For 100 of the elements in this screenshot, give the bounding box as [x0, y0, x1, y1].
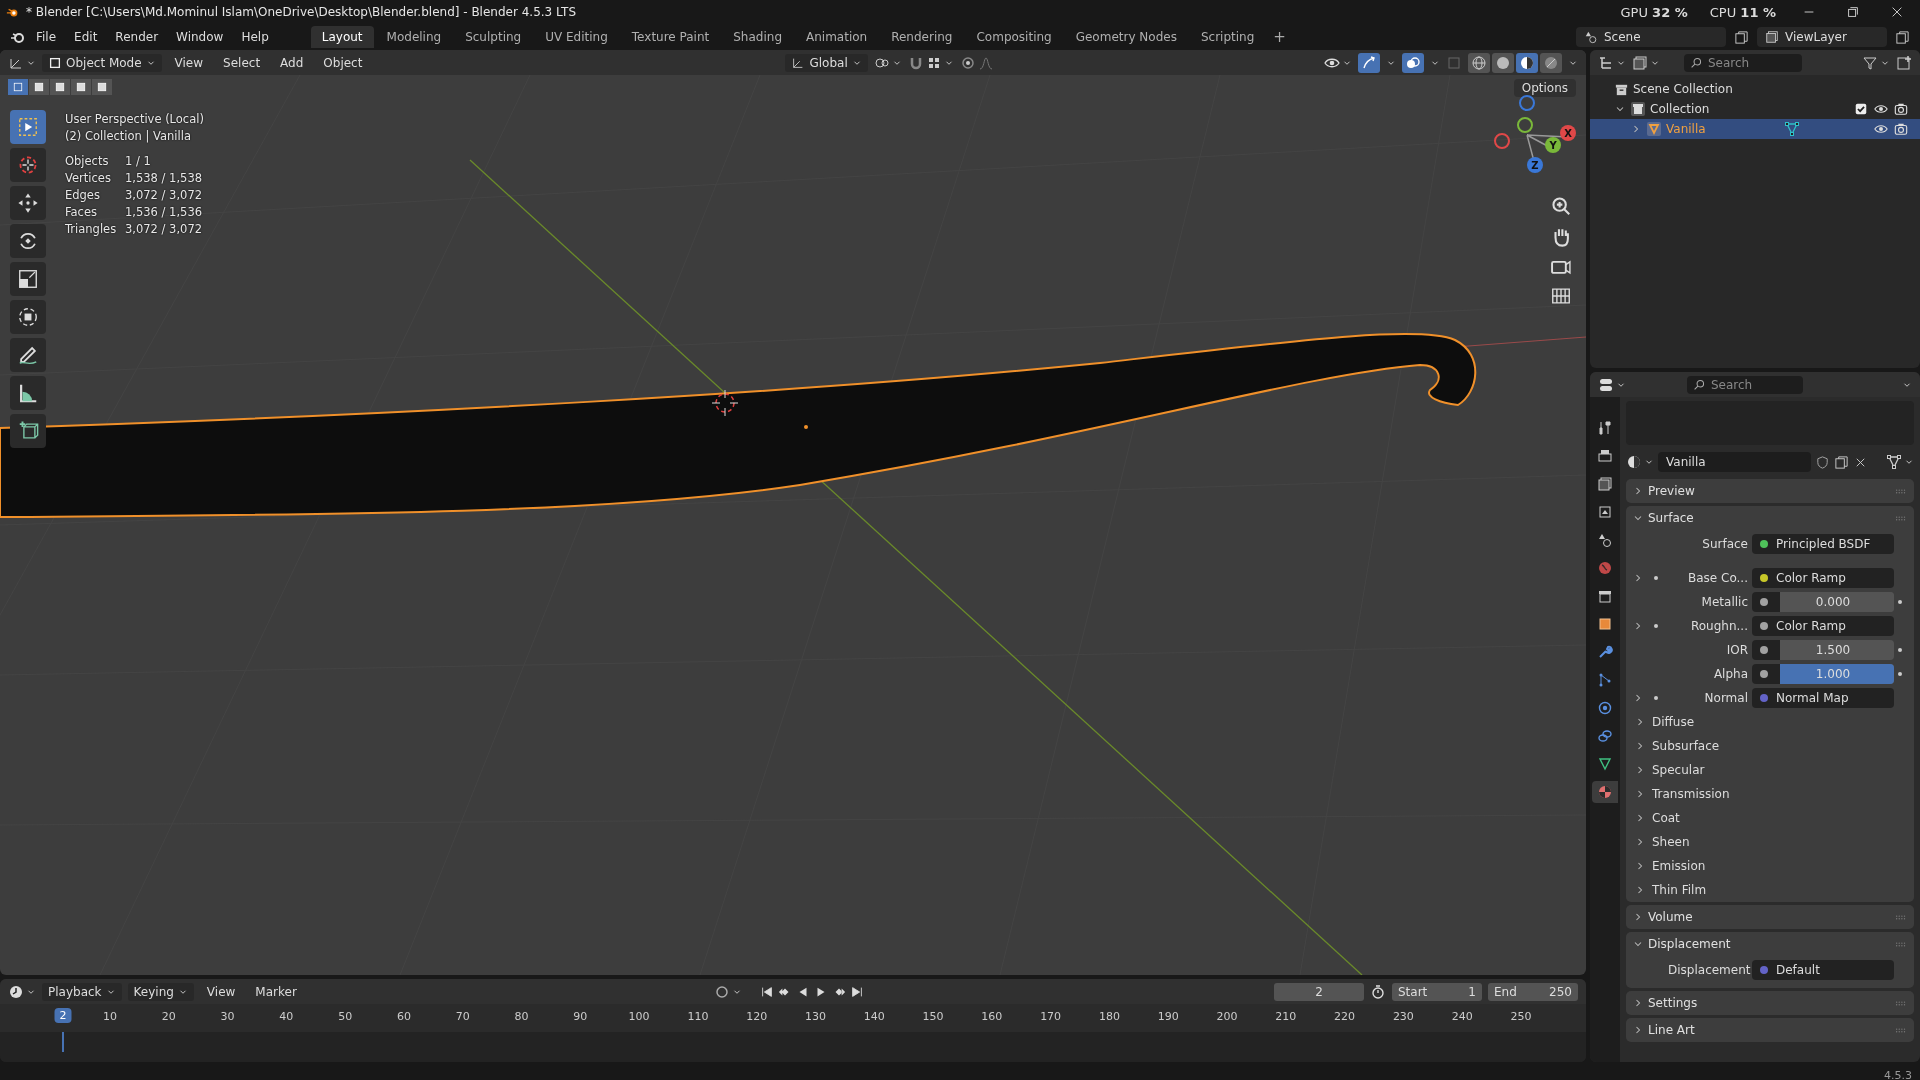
search-field[interactable]: Search [1687, 375, 1803, 394]
vanilla-bean-drawing[interactable] [0, 333, 1477, 518]
copy-icon[interactable] [1834, 454, 1849, 470]
panel-header[interactable]: Settings [1626, 991, 1914, 1015]
value-slider[interactable]: 1.000 [1752, 664, 1894, 684]
material-sphere-icon[interactable] [1626, 454, 1642, 470]
shader-link-field[interactable]: Color Ramp [1752, 616, 1894, 636]
menu-item[interactable]: View [167, 53, 211, 72]
select-mode-button[interactable] [29, 79, 49, 95]
subpanel-header[interactable]: Diffuse [1626, 710, 1914, 734]
select-mode-button[interactable] [8, 79, 28, 95]
shield-icon[interactable] [1815, 454, 1830, 470]
menu-item[interactable]: Add [273, 53, 311, 72]
tool-button[interactable] [10, 224, 46, 258]
tool-button[interactable] [10, 262, 46, 296]
camera-icon[interactable] [1894, 122, 1908, 136]
select-mode-button[interactable] [92, 79, 112, 95]
shader-link-field[interactable]: Color Ramp [1752, 568, 1894, 588]
tool-button[interactable] [10, 414, 46, 448]
shader-link-field[interactable]: Default [1752, 960, 1894, 980]
navigation-gizmo[interactable]: X Y Z [1480, 95, 1580, 185]
close-icon[interactable] [1890, 5, 1904, 19]
number-field[interactable]: 1.500 [1752, 640, 1894, 660]
panel-header[interactable]: Surface [1626, 506, 1914, 530]
outliner-row[interactable]: Vanilla [1590, 119, 1920, 139]
outliner-row[interactable]: Scene Collection [1590, 79, 1920, 99]
workspace-tab[interactable]: Sculpting [454, 26, 533, 48]
subpanel-header[interactable]: Subsurface [1626, 734, 1914, 758]
current-frame-field[interactable]: 2 [1274, 982, 1364, 1001]
workspace-tab[interactable]: Geometry Nodes [1064, 26, 1188, 48]
tool-button[interactable] [10, 376, 46, 410]
menu-item[interactable]: Edit [66, 27, 106, 47]
eye-icon[interactable] [1874, 102, 1888, 116]
panel-header[interactable]: Displacement [1626, 932, 1914, 956]
axis-circle-icon[interactable] [1519, 95, 1535, 111]
proportional-icon[interactable] [959, 54, 976, 71]
shading-mode-button[interactable] [1516, 52, 1538, 73]
mode-dropdown[interactable]: Object Mode [42, 53, 162, 72]
gizmo-toggle[interactable] [1358, 52, 1380, 73]
menu-item[interactable]: File [28, 27, 65, 47]
triangle-mesh-icon[interactable] [1886, 454, 1902, 470]
keyframe-dot-icon[interactable] [1898, 600, 1902, 604]
add-workspace-button[interactable]: + [1267, 28, 1292, 46]
shading-mode-button[interactable] [1468, 52, 1490, 73]
menu-dropdown[interactable]: Keying [127, 982, 194, 1001]
eye-icon[interactable] [1874, 122, 1888, 136]
view-layer-selector[interactable]: ViewLayer [1757, 27, 1887, 47]
filter-icon[interactable] [1862, 54, 1878, 71]
image-stack-icon[interactable] [1632, 54, 1648, 71]
zoom-icon[interactable] [1550, 195, 1572, 217]
subpanel-header[interactable]: Sheen [1626, 830, 1914, 854]
subpanel-header[interactable]: Transmission [1626, 782, 1914, 806]
triangle-mesh-icon[interactable] [1783, 121, 1800, 137]
subpanel-header[interactable]: Thin Film [1626, 878, 1914, 902]
jump-end-icon[interactable] [849, 984, 864, 999]
shading-mode-button[interactable] [1492, 52, 1514, 73]
keyframe-dot-icon[interactable] [1898, 648, 1902, 652]
workspace-tab[interactable]: Animation [795, 26, 879, 48]
menu-item[interactable]: Marker [248, 982, 304, 1001]
subpanel-header[interactable]: Coat [1626, 806, 1914, 830]
record-icon[interactable] [713, 983, 730, 1000]
axis-circle-icon[interactable] [1517, 117, 1533, 133]
properties-tab[interactable] [1592, 781, 1618, 803]
end-frame-field[interactable]: End 250 [1488, 982, 1578, 1001]
menu-item[interactable]: Select [216, 53, 268, 72]
axis-ball[interactable]: X [1560, 125, 1576, 141]
workspace-tab[interactable]: Compositing [965, 26, 1063, 48]
value-slider[interactable]: 0.000 [1752, 592, 1894, 612]
overlay-toggle[interactable] [1402, 52, 1424, 73]
orientation-dropdown[interactable]: Global [785, 53, 868, 72]
menu-dropdown[interactable]: Playback [42, 982, 122, 1001]
grid-icon[interactable] [1550, 285, 1572, 307]
playhead-frame[interactable]: 2 [54, 1008, 72, 1023]
start-frame-field[interactable]: Start 1 [1392, 982, 1482, 1001]
search-field[interactable]: Search [1684, 53, 1802, 72]
panel-header[interactable]: Volume [1626, 905, 1914, 929]
select-mode-button[interactable] [50, 79, 70, 95]
menu-item[interactable]: Help [233, 27, 277, 47]
panel-header[interactable]: Line Art [1626, 1018, 1914, 1042]
tool-button[interactable] [10, 186, 46, 220]
menu-item[interactable]: Render [107, 27, 167, 47]
restore-icon[interactable] [1846, 5, 1860, 19]
shader-link-field[interactable]: Normal Map [1752, 688, 1894, 708]
axis-circle-icon[interactable] [1494, 133, 1510, 149]
jump-start-icon[interactable] [759, 984, 774, 999]
shader-link-field[interactable]: Principled BSDF [1752, 534, 1894, 554]
select-mode-button[interactable] [71, 79, 91, 95]
tool-button[interactable] [10, 300, 46, 334]
tool-button[interactable] [10, 338, 46, 372]
workspace-tab[interactable]: Texture Paint [620, 26, 721, 48]
axis-ball[interactable]: Z [1527, 157, 1543, 173]
playhead-line[interactable] [61, 1032, 64, 1052]
checked-checkbox-icon[interactable] [1854, 102, 1868, 116]
menu-item[interactable]: Window [168, 27, 232, 47]
scene-selector[interactable]: Scene [1576, 27, 1726, 47]
toggle-switches-icon[interactable] [1598, 376, 1614, 393]
workspace-tab[interactable]: UV Editing [534, 26, 619, 48]
workspace-tab[interactable]: Rendering [880, 26, 964, 48]
3d-cursor-icon[interactable] [711, 389, 739, 417]
subpanel-header[interactable]: Specular [1626, 758, 1914, 782]
